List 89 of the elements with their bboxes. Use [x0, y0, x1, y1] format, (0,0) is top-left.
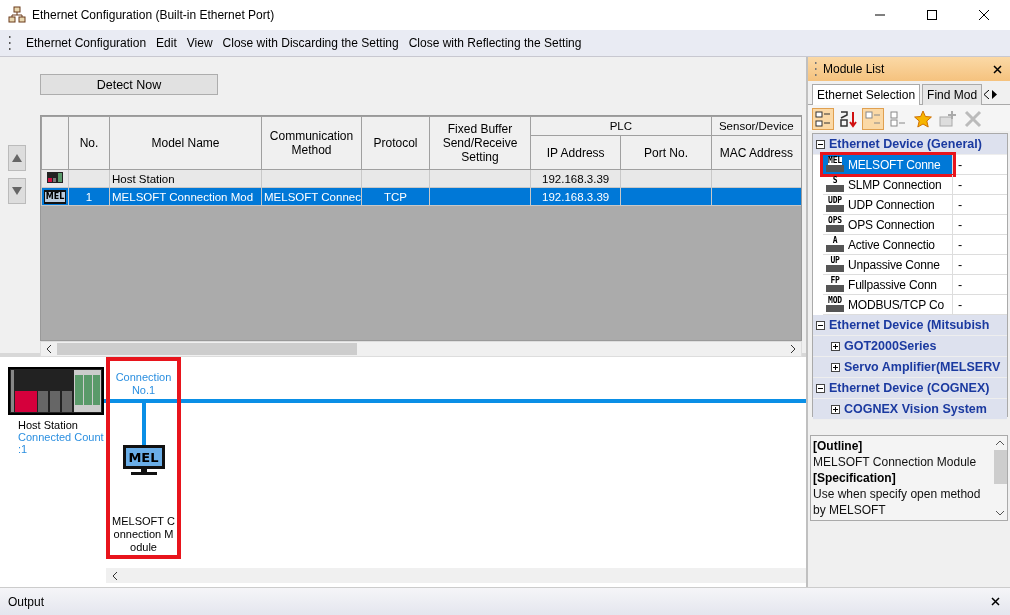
close-icon[interactable] — [991, 597, 1000, 606]
output-panel-title: Output — [8, 594, 45, 609]
table-cell: Host Station — [112, 172, 175, 185]
table-cell: MELSOFT Connection Mod — [112, 190, 254, 203]
item-label: MELSOFT Conne — [848, 156, 941, 173]
table-cell: TCP — [384, 190, 407, 203]
menu-item[interactable]: View — [186, 36, 213, 50]
description-text: [Specification] — [813, 470, 897, 486]
tree-item[interactable]: MEL MELSOFT Conne — [823, 155, 953, 174]
expand-toggle[interactable] — [831, 341, 840, 351]
move-down-button[interactable] — [8, 178, 26, 204]
tree-item[interactable]: A Active Connectio — [823, 235, 953, 254]
grip-icon — [814, 61, 817, 77]
table-cell-text: - — [957, 176, 963, 193]
table-cell-text: - — [957, 216, 963, 233]
menu-item[interactable]: Edit — [156, 36, 177, 50]
module-label: MELSOFT Connection Module — [111, 515, 176, 554]
column-header: Fixed Buffer Send/Receive Setting — [429, 116, 531, 170]
table-cell: MELSOFT Connec — [264, 190, 361, 203]
station-label: Host Station — [18, 419, 79, 431]
item-label: Fullpassive Conn — [848, 276, 937, 293]
scroll-left-icon[interactable] — [984, 90, 991, 99]
expand-toggle[interactable] — [831, 404, 840, 414]
column-header: Model Name — [109, 116, 262, 170]
item-label: OPS Connection — [848, 216, 935, 233]
grip-icon — [8, 35, 11, 51]
tree-view-icon[interactable] — [812, 108, 834, 130]
column-group-header: PLC — [530, 116, 712, 136]
tab[interactable]: Find Mod — [922, 84, 983, 105]
tree-item[interactable]: OPS OPS Connection — [823, 215, 953, 234]
horizontal-scrollbar[interactable] — [40, 341, 802, 357]
column-header: Port No. — [620, 135, 712, 170]
tree-item[interactable]: MOD MODBUS/TCP Co — [823, 295, 953, 314]
close-icon[interactable] — [978, 9, 990, 21]
collapse-toggle[interactable] — [816, 383, 825, 393]
connected-count-label: Connected Count :1 — [18, 431, 105, 455]
item-label: MODBUS/TCP Co — [848, 296, 944, 313]
close-icon[interactable] — [993, 64, 1002, 74]
tree-item[interactable]: UP Unpassive Conne — [823, 255, 953, 274]
item-label: Unpassive Conne — [848, 256, 940, 273]
item-label: SLMP Connection — [848, 176, 942, 193]
table-cell-text: - — [957, 196, 963, 213]
table-cell-text: - — [957, 296, 963, 313]
sort-icon[interactable] — [837, 108, 859, 130]
description-text: [Outline] — [813, 438, 864, 454]
menu-item[interactable]: Close with Discarding the Setting — [222, 36, 399, 50]
detect-now-button[interactable]: Detect Now — [40, 74, 218, 95]
table-cell: 1 — [85, 190, 93, 203]
table-cell-text: - — [957, 236, 963, 253]
tree-item[interactable]: S SLMP Connection — [823, 175, 953, 194]
plc-drawing[interactable] — [8, 367, 104, 415]
plc-icon — [47, 172, 63, 183]
column-header: Communication Method — [261, 116, 362, 170]
table-cell-text: - — [957, 156, 963, 173]
description-text: Use when specify open method by MELSOFT — [813, 486, 982, 518]
collapse-toggle[interactable] — [816, 139, 825, 149]
panel-title: Module List — [823, 62, 885, 76]
tree-item[interactable]: FP Fullpassive Conn — [823, 275, 953, 294]
item-label: UDP Connection — [848, 196, 935, 213]
menu-item[interactable]: Ethernet Configuration — [26, 36, 147, 50]
down-arrow-icon — [12, 187, 22, 195]
maximize-icon[interactable] — [926, 9, 938, 21]
column-header: Protocol — [361, 116, 430, 170]
up-arrow-icon — [12, 154, 22, 162]
tree-item[interactable]: UDP UDP Connection — [823, 195, 953, 214]
scroll-right-icon[interactable] — [992, 90, 999, 99]
horizontal-scrollbar[interactable] — [106, 568, 806, 583]
table-cell-text: - — [957, 276, 963, 293]
table-cell: 192.168.3.39 — [542, 172, 610, 185]
column-group-header: Sensor/Device — [711, 116, 801, 136]
monitor-icon: MEL — [44, 189, 66, 204]
description-text: MELSOFT Connection Module — [813, 454, 978, 470]
move-up-button[interactable] — [8, 145, 26, 171]
menu-item[interactable]: Close with Reflecting the Setting — [408, 36, 582, 50]
table-row[interactable]: Host Station 192.168.3.39 — [41, 169, 801, 188]
collapse-toggle[interactable] — [816, 320, 825, 330]
expand-toggle[interactable] — [831, 362, 840, 372]
column-header: MAC Address — [711, 135, 801, 170]
column-header: IP Address — [530, 135, 621, 170]
network-icon — [8, 6, 26, 24]
table-row[interactable]: MEL 1 MELSOFT Connection Mod MELSOFT Connec TCP 192.168.3.39 — [41, 187, 801, 206]
item-label: Active Connectio — [848, 236, 935, 253]
tab[interactable]: Ethernet Selection — [812, 84, 921, 105]
window-title: Ethernet Configuration (Built-in Ethernet Port) — [32, 8, 275, 22]
table-cell-text: - — [957, 256, 963, 273]
table-cell: 192.168.3.39 — [542, 190, 610, 203]
star-icon[interactable] — [912, 108, 934, 130]
connection-slot[interactable]: Connection No.1 MEL MELSOFT Connection Module — [106, 357, 181, 559]
column-header: No. — [68, 116, 110, 170]
